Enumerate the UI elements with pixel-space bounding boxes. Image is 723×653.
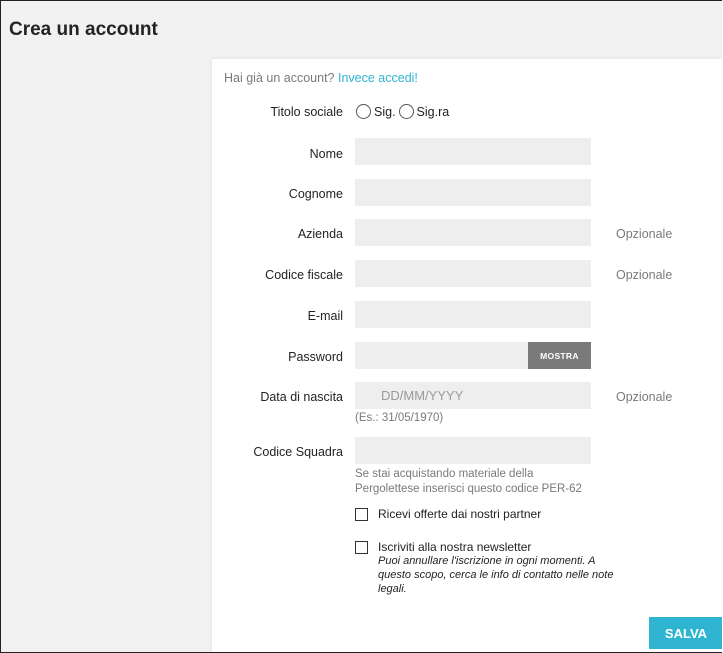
newsletter-note: Puoi annullare l'iscrizione in ogni mome… [378, 555, 614, 595]
email-label: E-mail [307, 309, 343, 323]
radio-mrs-label: Sig.ra [416, 104, 450, 119]
radio-mr[interactable] [356, 104, 371, 119]
last-name-label: Cognome [288, 187, 343, 201]
login-link[interactable]: Invece accedi! [338, 71, 418, 85]
tax-code-optional-label: Opzionale [616, 268, 673, 282]
team-code-hint-line1: Se stai acquistando materiale della [355, 468, 534, 480]
birthdate-optional-label: Opzionale [616, 390, 673, 404]
newsletter-label: Iscriviti alla nostra newsletter [378, 540, 532, 554]
partner-offers-row: Ricevi offerte dai nostri partner [355, 507, 541, 521]
partner-offers-label: Ricevi offerte dai nostri partner [378, 507, 542, 521]
password-input[interactable] [355, 342, 528, 369]
tax-code-label: Codice fiscale [265, 268, 343, 282]
partner-offers-checkbox[interactable] [355, 508, 368, 521]
radio-mr-label: Sig. [374, 104, 396, 119]
team-code-label: Codice Squadra [253, 445, 343, 459]
birthdate-hint: (Es.: 31/05/1970) [355, 412, 444, 424]
birthdate-label: Data di nascita [260, 390, 343, 404]
save-button[interactable]: SALVA [649, 617, 722, 649]
company-optional-label: Opzionale [616, 227, 673, 241]
title-label: Titolo sociale [270, 105, 344, 119]
team-code-input[interactable] [355, 437, 591, 464]
page-title: Crea un account [9, 19, 158, 40]
title-radio-group: Sig. Sig.ra [356, 104, 452, 119]
show-password-button[interactable]: MOSTRA [528, 342, 591, 369]
registration-form: Hai già un account? Invece accedi! Titol… [212, 59, 722, 652]
tax-code-input[interactable] [355, 260, 591, 287]
first-name-input[interactable] [355, 138, 591, 165]
radio-mrs[interactable] [398, 104, 414, 119]
team-code-hint: Se stai acquistando materiale della Perg… [355, 467, 582, 497]
team-code-hint-line2: Pergolettese inserisci questo codice PER… [355, 483, 582, 495]
newsletter-row: Iscriviti alla nostra newsletter Puoi an… [355, 540, 618, 596]
email-input[interactable] [355, 301, 591, 328]
login-prompt-text: Hai già un account? [224, 71, 335, 85]
last-name-input[interactable] [355, 179, 591, 206]
company-label: Azienda [297, 227, 343, 241]
first-name-label: Nome [309, 147, 343, 161]
newsletter-text: Iscriviti alla nostra newsletter Puoi an… [378, 540, 618, 596]
page-frame: Crea un account Hai già un account? Inve… [0, 0, 722, 653]
company-input[interactable] [355, 219, 591, 246]
birthdate-input[interactable] [355, 382, 591, 409]
password-label: Password [288, 350, 343, 364]
login-prompt: Hai già un account? Invece accedi! [224, 71, 418, 85]
newsletter-checkbox[interactable] [355, 541, 368, 554]
